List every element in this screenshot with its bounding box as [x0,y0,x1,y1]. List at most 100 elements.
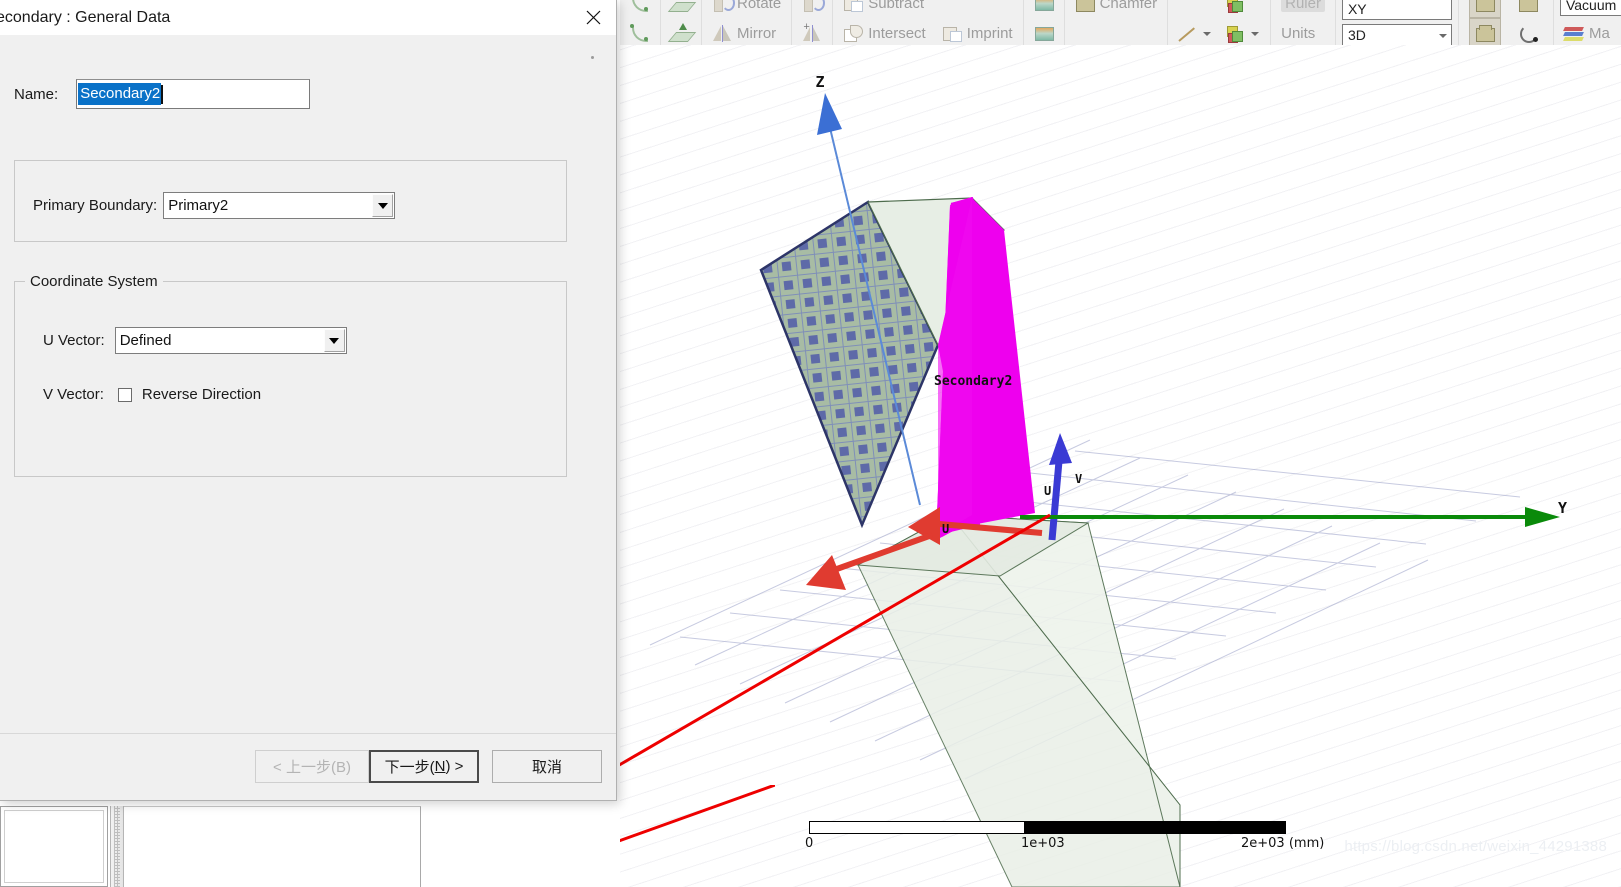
ribbon-item-line[interactable] [1174,20,1216,45]
secondary-general-data-dialog: econdary : General Data Name: Secondary2 [0,0,617,801]
ribbon-item-rotate[interactable]: Rotate [708,0,785,16]
ribbon-item-units-label: Units [1281,24,1316,42]
primary-boundary-row: Primary Boundary: Primary2 [33,192,396,219]
plane-combo-value: 3D [1347,27,1366,43]
ribbon-item-chamfer[interactable]: Chamfer [1071,0,1162,16]
ribbon-item-imprint-label: Imprint [966,24,1013,42]
ribbon-group-boolean: Subtract Intersect Imprint [833,0,1024,45]
axis-z-label: Z [815,73,824,91]
pick-arrow [620,785,775,843]
u-vector-select[interactable]: Defined [114,327,347,354]
primary-boundary-value: Primary2 [168,197,229,214]
scale-bar-ticks: 0 1e+03 2e+03 (mm) [805,834,1324,854]
ribbon-item-sweep-top[interactable] [667,0,695,16]
arc-button[interactable] [1513,0,1543,17]
cancel-button[interactable]: 取消 [492,750,602,783]
chamfer-icon [1075,0,1095,13]
arc-icon [1518,23,1538,43]
plate-icon [1518,0,1538,13]
chevron-down-icon[interactable] [1203,29,1212,38]
line-icon [1178,23,1198,43]
dialog-titlebar[interactable]: econdary : General Data [0,0,616,35]
close-button[interactable] [570,0,616,35]
chevron-down-icon[interactable] [372,194,394,217]
u-vector-value: Defined [119,332,172,349]
object-3d-icon [1226,0,1246,13]
intersect-icon [843,23,864,43]
dash-icon [1178,0,1198,13]
ribbon-item-intersect[interactable]: Intersect [839,20,930,45]
next-button-label-post: ) > [445,758,464,775]
splitter-grip[interactable] [114,806,120,887]
ribbon-item-arc[interactable] [1509,19,1547,45]
ribbon-item-line-top[interactable] [1174,0,1216,16]
ribbon-item-subtract[interactable]: Subtract [839,0,930,16]
rotate-icon [712,0,735,13]
ribbon-item-sweep[interactable] [667,20,695,45]
u-vector-row: U Vector: Defined [43,327,347,354]
panel-splitter[interactable] [110,806,124,887]
blank-icon [1075,23,1095,43]
coordinate-system-group: Coordinate System U Vector: Defined V Ve… [14,273,567,477]
ribbon-item-spline2[interactable] [626,20,654,45]
ribbon-item-model-view-top[interactable] [1465,0,1505,18]
model-view-button[interactable] [1468,0,1501,18]
reverse-direction-label: Reverse Direction [141,386,262,403]
ribbon-group-surface [1024,0,1065,45]
ribbon-item-flag[interactable] [1030,20,1058,45]
ribbon-item-mirror[interactable]: Mirror [708,20,785,45]
ribbon-item-ruler-label: Ruler [1281,0,1325,12]
scale-tick-1: 1e+03 [1021,836,1065,851]
ribbon-item-chamfer-more[interactable] [1071,20,1162,45]
material-combo[interactable]: Vacuum [1559,0,1621,16]
plane-combo-top[interactable]: XY [1341,0,1452,20]
primary-boundary-select[interactable]: Primary2 [163,192,396,219]
ribbon-item-object3d[interactable] [1222,20,1264,45]
sweep-icon [671,0,691,13]
model-view-button-2[interactable] [1468,18,1501,45]
ribbon-group-transform: Rotate Mirror [702,0,793,45]
ribbon-toolbar: Rotate Mirror + Subtract Intersect Impri… [620,0,1621,46]
ribbon-item-subtract-label: Subtract [868,0,925,12]
ribbon-item-flag-top[interactable] [1030,0,1058,16]
plate-icon [1475,23,1495,43]
chevron-down-icon[interactable] [1251,29,1260,38]
ribbon-item-model-view[interactable] [1465,18,1505,45]
axis-y-label: Y [1558,499,1567,517]
vector-u-label: U [1044,484,1051,498]
watermark: https://blog.csdn.net/weixin_44291388 [1344,838,1607,855]
name-input[interactable]: Secondary2 [76,79,311,109]
ribbon-group-duplicate: + [792,0,834,45]
chevron-down-icon[interactable] [1438,31,1448,40]
background-panel-main [124,806,421,887]
resize-dot [591,56,594,59]
close-icon [586,10,600,25]
viewport-scene: Z Y Secondary2 U V U [620,73,1567,887]
plane-combo[interactable]: 3D [1341,24,1452,45]
arc-button-2[interactable] [1513,19,1543,45]
ribbon-item-duplicate-mirror[interactable]: + [798,20,826,45]
application-root: Rotate Mirror + Subtract Intersect Impri… [0,0,1621,887]
ribbon-item-spline[interactable] [626,0,654,16]
scale-bar-segment-dark [1023,822,1285,833]
object-3d-icon [1226,23,1246,43]
next-button[interactable]: 下一步(N) > [369,750,479,783]
ribbon-item-ruler[interactable]: Ruler [1277,0,1329,16]
back-button[interactable]: < 上一步(B) [255,750,369,783]
3d-viewport[interactable]: Z Y Secondary2 U V U 0 1e+03 2e+03 (mm) … [620,45,1621,887]
duplicate-mirror-icon: + [802,22,822,43]
ribbon-item-object3d-top[interactable] [1222,0,1264,16]
reverse-direction-checkbox[interactable] [117,387,132,402]
ribbon-item-arc-top[interactable] [1509,0,1547,16]
name-input-value: Secondary2 [78,83,162,105]
chevron-down-icon[interactable] [323,329,345,352]
ribbon-item-duplicate-around[interactable] [798,0,826,16]
ribbon-item-imprint[interactable]: Imprint [938,20,1017,45]
ribbon-item-units[interactable]: Units [1277,20,1329,45]
primary-boundary-group: Primary Boundary: Primary2 [14,160,567,242]
sweep-icon [671,23,691,43]
flag-icon [1034,0,1054,13]
ribbon-group-view [1459,0,1554,45]
spline-icon [630,23,650,43]
ribbon-item-material[interactable]: Ma [1560,20,1621,45]
